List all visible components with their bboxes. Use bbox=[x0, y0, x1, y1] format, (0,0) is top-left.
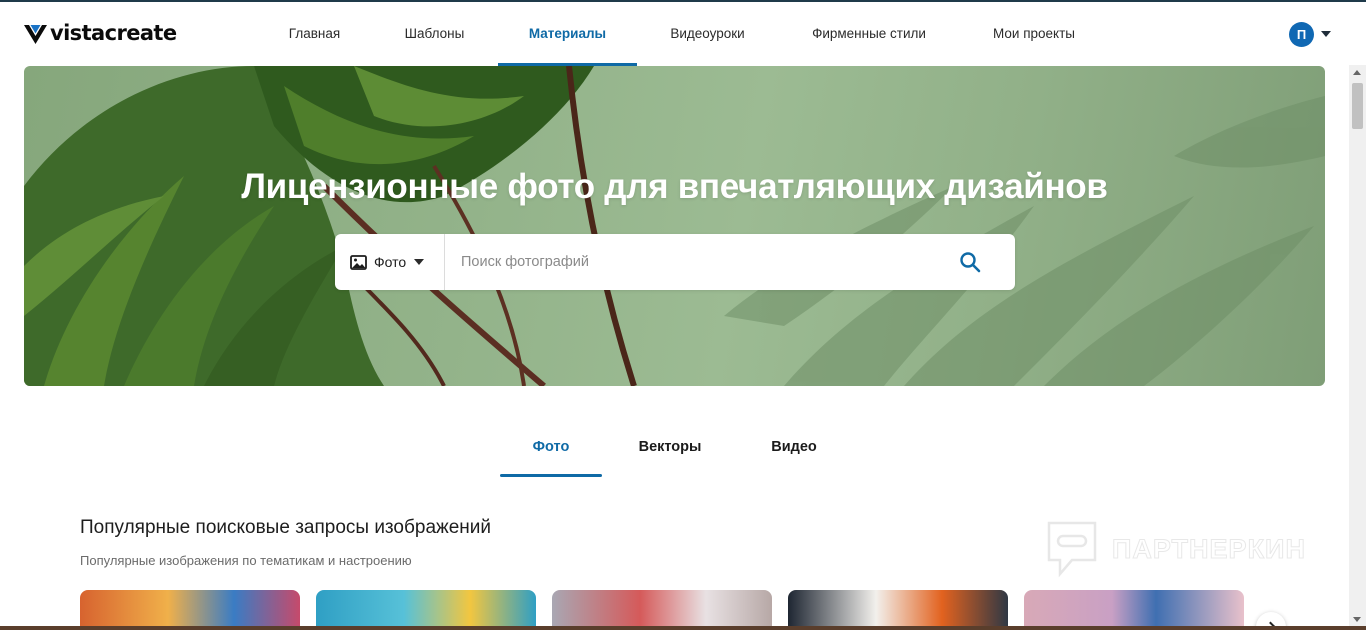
main-nav: Главная Шаблоны Материалы Видеоуроки Фир… bbox=[258, 2, 1108, 66]
search-bar: Фото bbox=[335, 234, 1015, 290]
scroll-thumb[interactable] bbox=[1352, 83, 1363, 129]
tab-vectors[interactable]: Векторы bbox=[620, 418, 720, 476]
hero-title: Лицензионные фото для впечатляющих дизай… bbox=[241, 167, 1108, 206]
search-card[interactable] bbox=[1024, 590, 1244, 630]
leaf-background-image bbox=[24, 66, 1325, 386]
nav-item-templates[interactable]: Шаблоны bbox=[371, 2, 498, 65]
scroll-down-arrow-icon[interactable] bbox=[1353, 617, 1361, 622]
nav-item-brand-kits[interactable]: Фирменные стили bbox=[778, 2, 960, 65]
nav-item-materials[interactable]: Материалы bbox=[498, 2, 637, 66]
page-scrollbar[interactable] bbox=[1349, 65, 1366, 630]
nav-item-my-projects[interactable]: Мои проекты bbox=[960, 2, 1108, 65]
search-type-label: Фото bbox=[374, 254, 407, 270]
image-icon bbox=[350, 254, 367, 270]
nav-item-home[interactable]: Главная bbox=[258, 2, 371, 65]
logo-mark-icon bbox=[24, 24, 47, 44]
watermark-logo-icon bbox=[1047, 521, 1097, 578]
search-icon bbox=[960, 252, 981, 273]
hero-banner: Лицензионные фото для впечатляющих дизай… bbox=[24, 66, 1325, 386]
search-card[interactable] bbox=[552, 590, 772, 630]
section-subtitle: Популярные изображения по тематикам и на… bbox=[80, 553, 412, 568]
user-avatar[interactable]: П bbox=[1289, 22, 1314, 47]
tab-photo[interactable]: Фото bbox=[500, 418, 602, 477]
search-type-dropdown[interactable]: Фото bbox=[335, 234, 445, 290]
nav-item-video-lessons[interactable]: Видеоуроки bbox=[637, 2, 778, 65]
tab-video[interactable]: Видео bbox=[745, 418, 843, 476]
search-card[interactable] bbox=[80, 590, 300, 630]
site-header: vistacreate Главная Шаблоны Материалы Ви… bbox=[0, 2, 1366, 66]
section-title: Популярные поисковые запросы изображений bbox=[80, 517, 492, 538]
logo-text: vistacreate bbox=[50, 21, 177, 45]
vistacreate-logo[interactable]: vistacreate bbox=[24, 21, 177, 45]
popular-searches-carousel bbox=[80, 590, 1349, 630]
search-button[interactable] bbox=[925, 234, 1015, 290]
bottom-border bbox=[0, 626, 1366, 630]
search-card[interactable] bbox=[316, 590, 536, 630]
scroll-up-arrow-icon[interactable] bbox=[1353, 70, 1361, 75]
watermark-text: ПАРТНЕРКИН bbox=[1112, 533, 1306, 564]
chevron-down-icon[interactable] bbox=[1321, 31, 1331, 37]
search-card[interactable] bbox=[788, 590, 1008, 630]
partnerkin-watermark: ПАРТНЕРКИН bbox=[1046, 520, 1306, 578]
caret-down-icon bbox=[414, 259, 425, 265]
content-type-tabs: Фото Векторы Видео bbox=[0, 418, 1349, 478]
search-input[interactable] bbox=[445, 234, 925, 290]
